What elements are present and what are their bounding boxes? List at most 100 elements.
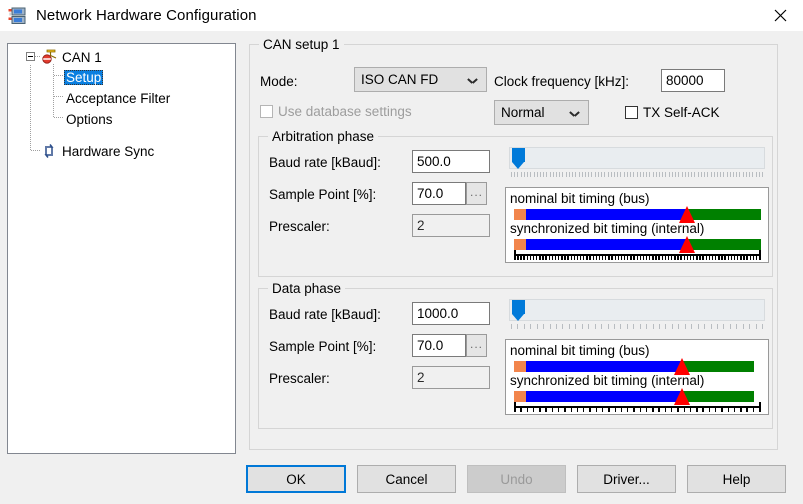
mode-select-value: ISO CAN FD bbox=[361, 72, 439, 87]
data-phase-group: Data phase Baud rate [kBaud]: 1000.0 Sam… bbox=[258, 281, 773, 429]
tree-item-label: Options bbox=[66, 111, 113, 127]
arbitration-bit-timing-panel: nominal bit timing (bus) synchronized bi… bbox=[505, 187, 769, 263]
tree-item-label: CAN 1 bbox=[62, 49, 102, 65]
tree-item-acceptance-filter[interactable]: Acceptance Filter bbox=[64, 89, 172, 107]
title-bar: Network Hardware Configuration bbox=[0, 0, 803, 31]
arbitration-nominal-caption: nominal bit timing (bus) bbox=[510, 191, 650, 206]
checkbox-box bbox=[625, 106, 638, 119]
help-button-label: Help bbox=[722, 471, 751, 487]
navigation-tree[interactable]: CAN 1 Setup Acceptance Filter Options Ha… bbox=[7, 43, 236, 454]
data-phase-group-title: Data phase bbox=[268, 281, 346, 296]
arbitration-sample-point-input[interactable]: 70.0 bbox=[412, 182, 466, 205]
data-time-ruler bbox=[514, 402, 761, 414]
arbitration-prescaler-label: Prescaler: bbox=[269, 219, 330, 234]
arbitration-baud-rate-input[interactable]: 500.0 bbox=[412, 150, 490, 173]
tree-expander-can1[interactable] bbox=[26, 52, 35, 61]
arbitration-prescaler-input: 2 bbox=[412, 214, 490, 237]
arbitration-slider[interactable] bbox=[509, 147, 765, 179]
transceiver-mode-value: Normal bbox=[501, 105, 545, 120]
arbitration-nominal-bar bbox=[514, 206, 761, 223]
data-prescaler-label: Prescaler: bbox=[269, 371, 330, 386]
close-button[interactable] bbox=[757, 0, 803, 31]
cancel-button-label: Cancel bbox=[385, 471, 428, 487]
close-icon bbox=[774, 9, 786, 22]
use-database-settings-label: Use database settings bbox=[278, 104, 412, 119]
data-sample-point-label: Sample Point [%]: bbox=[269, 339, 377, 354]
data-sync-bar bbox=[514, 388, 754, 405]
help-button[interactable]: Help bbox=[687, 465, 786, 493]
data-sample-point-browse-button[interactable]: ... bbox=[466, 334, 487, 357]
data-slider-thumb[interactable] bbox=[512, 300, 525, 322]
arbitration-sample-point-browse-button[interactable]: ... bbox=[466, 182, 487, 205]
arbitration-slider-thumb[interactable] bbox=[512, 148, 525, 170]
chevron-down-icon bbox=[468, 78, 477, 83]
can-setup-group: CAN setup 1 Mode: ISO CAN FD Use databas… bbox=[249, 37, 778, 450]
data-nominal-caption: nominal bit timing (bus) bbox=[510, 343, 650, 358]
tx-self-ack-label: TX Self-ACK bbox=[643, 105, 720, 120]
tree-item-label: Acceptance Filter bbox=[66, 90, 171, 106]
tree-connector-line bbox=[53, 64, 54, 117]
mode-select[interactable]: ISO CAN FD bbox=[354, 67, 487, 92]
arbitration-slider-track[interactable] bbox=[509, 147, 765, 169]
hardware-sync-icon bbox=[41, 143, 60, 159]
can-setup-group-title: CAN setup 1 bbox=[259, 37, 344, 52]
arbitration-slider-ticks bbox=[511, 172, 763, 178]
driver-button-label: Driver... bbox=[603, 471, 650, 487]
tree-connector-line bbox=[54, 117, 63, 118]
arbitration-sync-caption: synchronized bit timing (internal) bbox=[510, 221, 705, 236]
arbitration-baud-rate-value: 500.0 bbox=[417, 154, 451, 169]
tree-connector-line bbox=[54, 96, 63, 97]
arbitration-baud-rate-label: Baud rate [kBaud]: bbox=[269, 155, 381, 170]
cancel-button[interactable]: Cancel bbox=[357, 465, 456, 493]
tx-self-ack-checkbox[interactable]: TX Self-ACK bbox=[625, 105, 720, 120]
ok-button-label: OK bbox=[286, 471, 306, 487]
tree-item-options[interactable]: Options bbox=[64, 110, 115, 128]
tree-item-can1[interactable]: CAN 1 bbox=[41, 48, 104, 66]
arbitration-phase-group-title: Arbitration phase bbox=[268, 129, 379, 144]
driver-button[interactable]: Driver... bbox=[577, 465, 676, 493]
clock-frequency-label: Clock frequency [kHz]: bbox=[494, 74, 630, 89]
arbitration-prescaler-value: 2 bbox=[417, 218, 425, 233]
undo-button: Undo bbox=[467, 465, 566, 493]
undo-button-label: Undo bbox=[500, 471, 533, 487]
tree-connector-line bbox=[54, 75, 63, 76]
tree-item-setup[interactable]: Setup bbox=[64, 68, 104, 86]
tree-connector-line bbox=[31, 150, 41, 151]
arbitration-time-ruler bbox=[514, 250, 761, 262]
data-slider-ticks bbox=[511, 324, 763, 330]
chevron-down-icon bbox=[570, 111, 579, 116]
data-prescaler-input: 2 bbox=[412, 366, 490, 389]
data-prescaler-value: 2 bbox=[417, 370, 425, 385]
arbitration-sample-point-browse-label: ... bbox=[469, 184, 483, 199]
data-baud-rate-value: 1000.0 bbox=[417, 306, 459, 321]
data-nominal-bar bbox=[514, 358, 754, 375]
data-slider[interactable] bbox=[509, 299, 765, 331]
tree-item-label: Hardware Sync bbox=[62, 143, 155, 159]
clock-frequency-value: 80000 bbox=[666, 73, 704, 88]
data-slider-track[interactable] bbox=[509, 299, 765, 321]
network-hardware-icon bbox=[8, 7, 28, 25]
data-sample-point-browse-label: ... bbox=[469, 336, 483, 351]
data-bit-timing-panel: nominal bit timing (bus) synchronized bi… bbox=[505, 339, 769, 415]
data-sample-point-input[interactable]: 70.0 bbox=[412, 334, 466, 357]
checkbox-box bbox=[260, 105, 273, 118]
arbitration-sample-point-label: Sample Point [%]: bbox=[269, 187, 377, 202]
mode-label: Mode: bbox=[260, 74, 298, 89]
dialog-body: CAN 1 Setup Acceptance Filter Options Ha… bbox=[0, 31, 803, 504]
tree-connector-line bbox=[30, 65, 31, 151]
window-title: Network Hardware Configuration bbox=[36, 7, 257, 24]
transceiver-mode-select[interactable]: Normal bbox=[494, 100, 589, 125]
data-sample-point-value: 70.0 bbox=[417, 338, 444, 353]
data-sync-caption: synchronized bit timing (internal) bbox=[510, 373, 705, 388]
clock-frequency-input[interactable]: 80000 bbox=[661, 69, 725, 92]
ok-button[interactable]: OK bbox=[246, 465, 346, 493]
tree-item-label: Setup bbox=[64, 69, 104, 85]
use-database-settings-checkbox[interactable]: Use database settings bbox=[260, 104, 412, 119]
data-baud-rate-label: Baud rate [kBaud]: bbox=[269, 307, 381, 322]
can-channel-icon bbox=[41, 49, 60, 65]
data-baud-rate-input[interactable]: 1000.0 bbox=[412, 302, 490, 325]
arbitration-sync-bar bbox=[514, 236, 761, 253]
tree-item-hardware-sync[interactable]: Hardware Sync bbox=[41, 142, 156, 160]
arbitration-phase-group: Arbitration phase Baud rate [kBaud]: 500… bbox=[258, 129, 773, 277]
arbitration-sample-point-value: 70.0 bbox=[417, 186, 444, 201]
